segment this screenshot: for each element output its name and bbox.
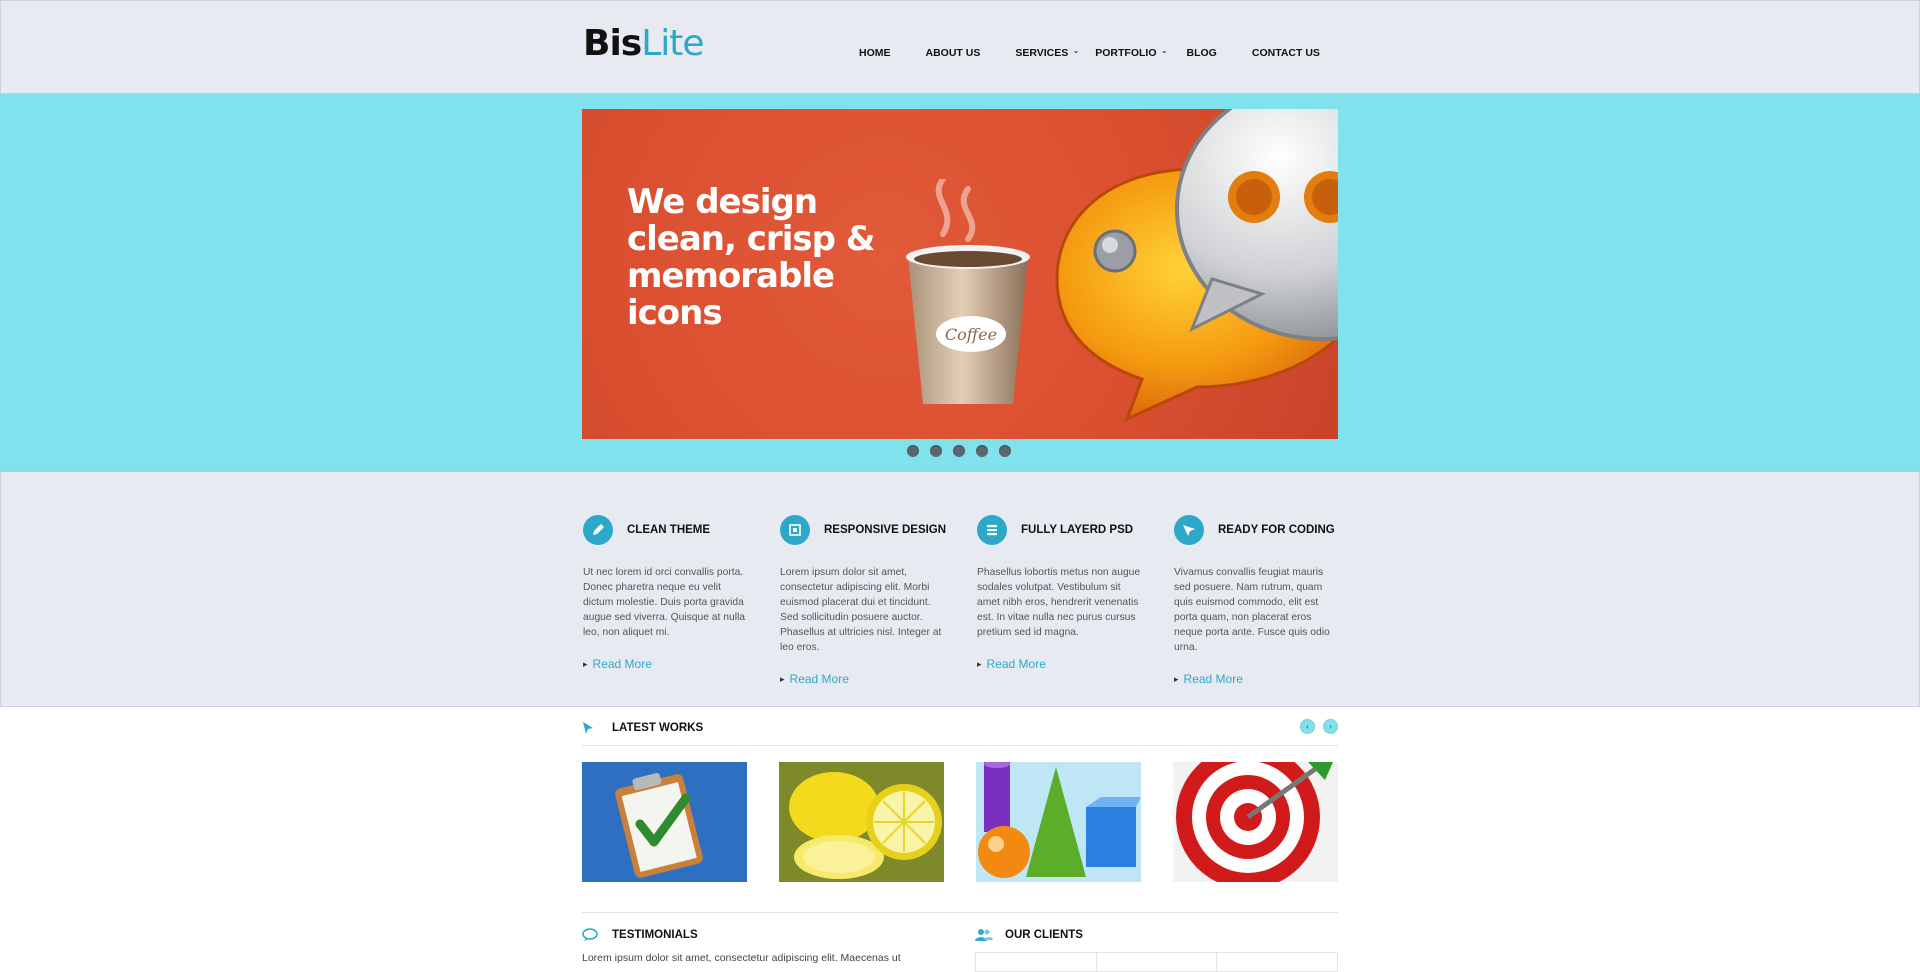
feature-text: Phasellus lobortis metus non augue sodal… <box>977 567 1141 638</box>
client-logo[interactable] <box>1097 953 1218 971</box>
site-header: BisLite HOME ABOUT US SERVICES ⌄ PORTFOL… <box>0 0 1920 94</box>
cursor-icon <box>583 721 593 734</box>
read-more-link[interactable]: ▸ Read More <box>977 657 1147 671</box>
hero-headline: We design clean, crisp & memorable icons <box>627 184 877 332</box>
section-divider <box>582 912 1338 913</box>
portfolio-item-target[interactable] <box>1173 762 1338 882</box>
slider-dot[interactable] <box>907 445 919 457</box>
clipboard-check-icon <box>582 762 747 882</box>
read-more-label: Read More <box>789 672 849 686</box>
hero-headline-line: clean, crisp & <box>627 219 875 259</box>
logo[interactable]: BisLite <box>583 23 705 64</box>
hero-headline-line: memorable <box>627 256 835 296</box>
nav-about-us[interactable]: ABOUT US <box>926 47 981 59</box>
nav-services[interactable]: SERVICES ⌄ <box>1015 46 1079 59</box>
arrow-right-icon: ▸ <box>1174 673 1179 684</box>
logo-bis: Bis <box>583 23 642 64</box>
coffee-cup-icon: Coffee <box>906 179 1030 404</box>
feature-fully-layerd-psd: FULLY LAYERD PSD Phasellus lobortis metu… <box>977 515 1147 671</box>
slider-dot[interactable] <box>930 445 942 457</box>
main-nav: HOME ABOUT US SERVICES ⌄ PORTFOLIO ⌄ BLO… <box>859 46 1355 59</box>
chat-bubble-grey-icon <box>1175 109 1338 341</box>
hero-headline-line: icons <box>627 293 723 333</box>
3d-shapes-icon <box>976 762 1141 882</box>
target-dart-icon <box>1173 762 1338 882</box>
users-icon <box>975 929 993 941</box>
read-more-label: Read More <box>1183 672 1243 686</box>
carousel-controls: ‹ › <box>1292 719 1338 734</box>
carousel-next-button[interactable]: › <box>1323 719 1338 734</box>
logo-lite: Lite <box>641 23 704 64</box>
nav-portfolio-label: PORTFOLIO <box>1095 47 1157 59</box>
slider-dots <box>907 445 1022 457</box>
nav-contact-us[interactable]: CONTACT US <box>1252 47 1320 59</box>
hero-headline-line: We design <box>627 182 818 222</box>
arrow-right-icon: ▸ <box>780 673 785 684</box>
client-logo[interactable] <box>976 953 1097 971</box>
carousel-prev-button[interactable]: ‹ <box>1300 719 1315 734</box>
testimonials-section: TESTIMONIALS Lorem ipsum dolor sit amet,… <box>582 928 942 964</box>
feature-ready-for-coding: READY FOR CODING Vivamus convallis feugi… <box>1174 515 1344 686</box>
latest-works-title: LATEST WORKS <box>612 721 704 734</box>
layers-icon <box>977 515 1007 545</box>
speech-bubble-icon <box>582 928 598 941</box>
feature-title: CLEAN THEME <box>627 524 711 536</box>
clients-title: OUR CLIENTS <box>1005 929 1083 941</box>
feature-responsive-design: RESPONSIVE DESIGN Lorem ipsum dolor sit … <box>780 515 950 686</box>
portfolio-item-clipboard[interactable] <box>582 762 747 882</box>
testimonials-title: TESTIMONIALS <box>612 929 698 941</box>
slider-dot[interactable] <box>999 445 1011 457</box>
arrow-right-icon: ▸ <box>583 658 588 669</box>
features-section: CLEAN THEME Ut nec lorem id orci convall… <box>0 472 1920 707</box>
cup-label: Coffee <box>945 325 997 344</box>
cursor-icon <box>1174 515 1204 545</box>
feature-clean-theme: CLEAN THEME Ut nec lorem id orci convall… <box>583 515 753 671</box>
read-more-link[interactable]: ▸ Read More <box>780 672 950 686</box>
hero-section: We design clean, crisp & memorable icons <box>0 94 1920 472</box>
read-more-label: Read More <box>986 657 1046 671</box>
read-more-label: Read More <box>592 657 652 671</box>
read-more-link[interactable]: ▸ Read More <box>1174 672 1344 686</box>
portfolio-item-lemons[interactable] <box>779 762 944 882</box>
arrow-right-icon: ▸ <box>977 658 982 669</box>
nav-services-label: SERVICES <box>1015 47 1069 59</box>
portfolio-grid <box>582 762 1338 882</box>
feature-text: Vivamus convallis feugiat mauris sed pos… <box>1174 567 1330 653</box>
client-logos <box>975 952 1338 972</box>
nav-portfolio[interactable]: PORTFOLIO ⌄ <box>1095 46 1167 59</box>
pencil-icon <box>583 515 613 545</box>
feature-title: READY FOR CODING <box>1218 524 1335 536</box>
slider-dot[interactable] <box>953 445 965 457</box>
responsive-icon <box>780 515 810 545</box>
feature-title: FULLY LAYERD PSD <box>1021 524 1134 536</box>
nav-home[interactable]: HOME <box>859 47 891 59</box>
client-logo[interactable] <box>1217 953 1337 971</box>
clients-section: OUR CLIENTS <box>975 928 1338 972</box>
nav-blog[interactable]: BLOG <box>1187 47 1217 59</box>
read-more-link[interactable]: ▸ Read More <box>583 657 753 671</box>
portfolio-item-shapes[interactable] <box>976 762 1141 882</box>
testimonial-text: Lorem ipsum dolor sit amet, consectetur … <box>582 952 901 964</box>
slider-dot[interactable] <box>976 445 988 457</box>
lemons-icon <box>779 762 944 882</box>
chevron-down-icon: ⌄ <box>1072 46 1080 55</box>
feature-title: RESPONSIVE DESIGN <box>824 524 947 536</box>
hero-slide[interactable]: We design clean, crisp & memorable icons <box>582 109 1338 439</box>
latest-works-section: LATEST WORKS ‹ › <box>582 710 1338 882</box>
feature-text: Ut nec lorem id orci convallis porta. Do… <box>583 567 745 638</box>
chevron-down-icon: ⌄ <box>1160 46 1168 55</box>
feature-text: Lorem ipsum dolor sit amet, consectetur … <box>780 567 942 653</box>
